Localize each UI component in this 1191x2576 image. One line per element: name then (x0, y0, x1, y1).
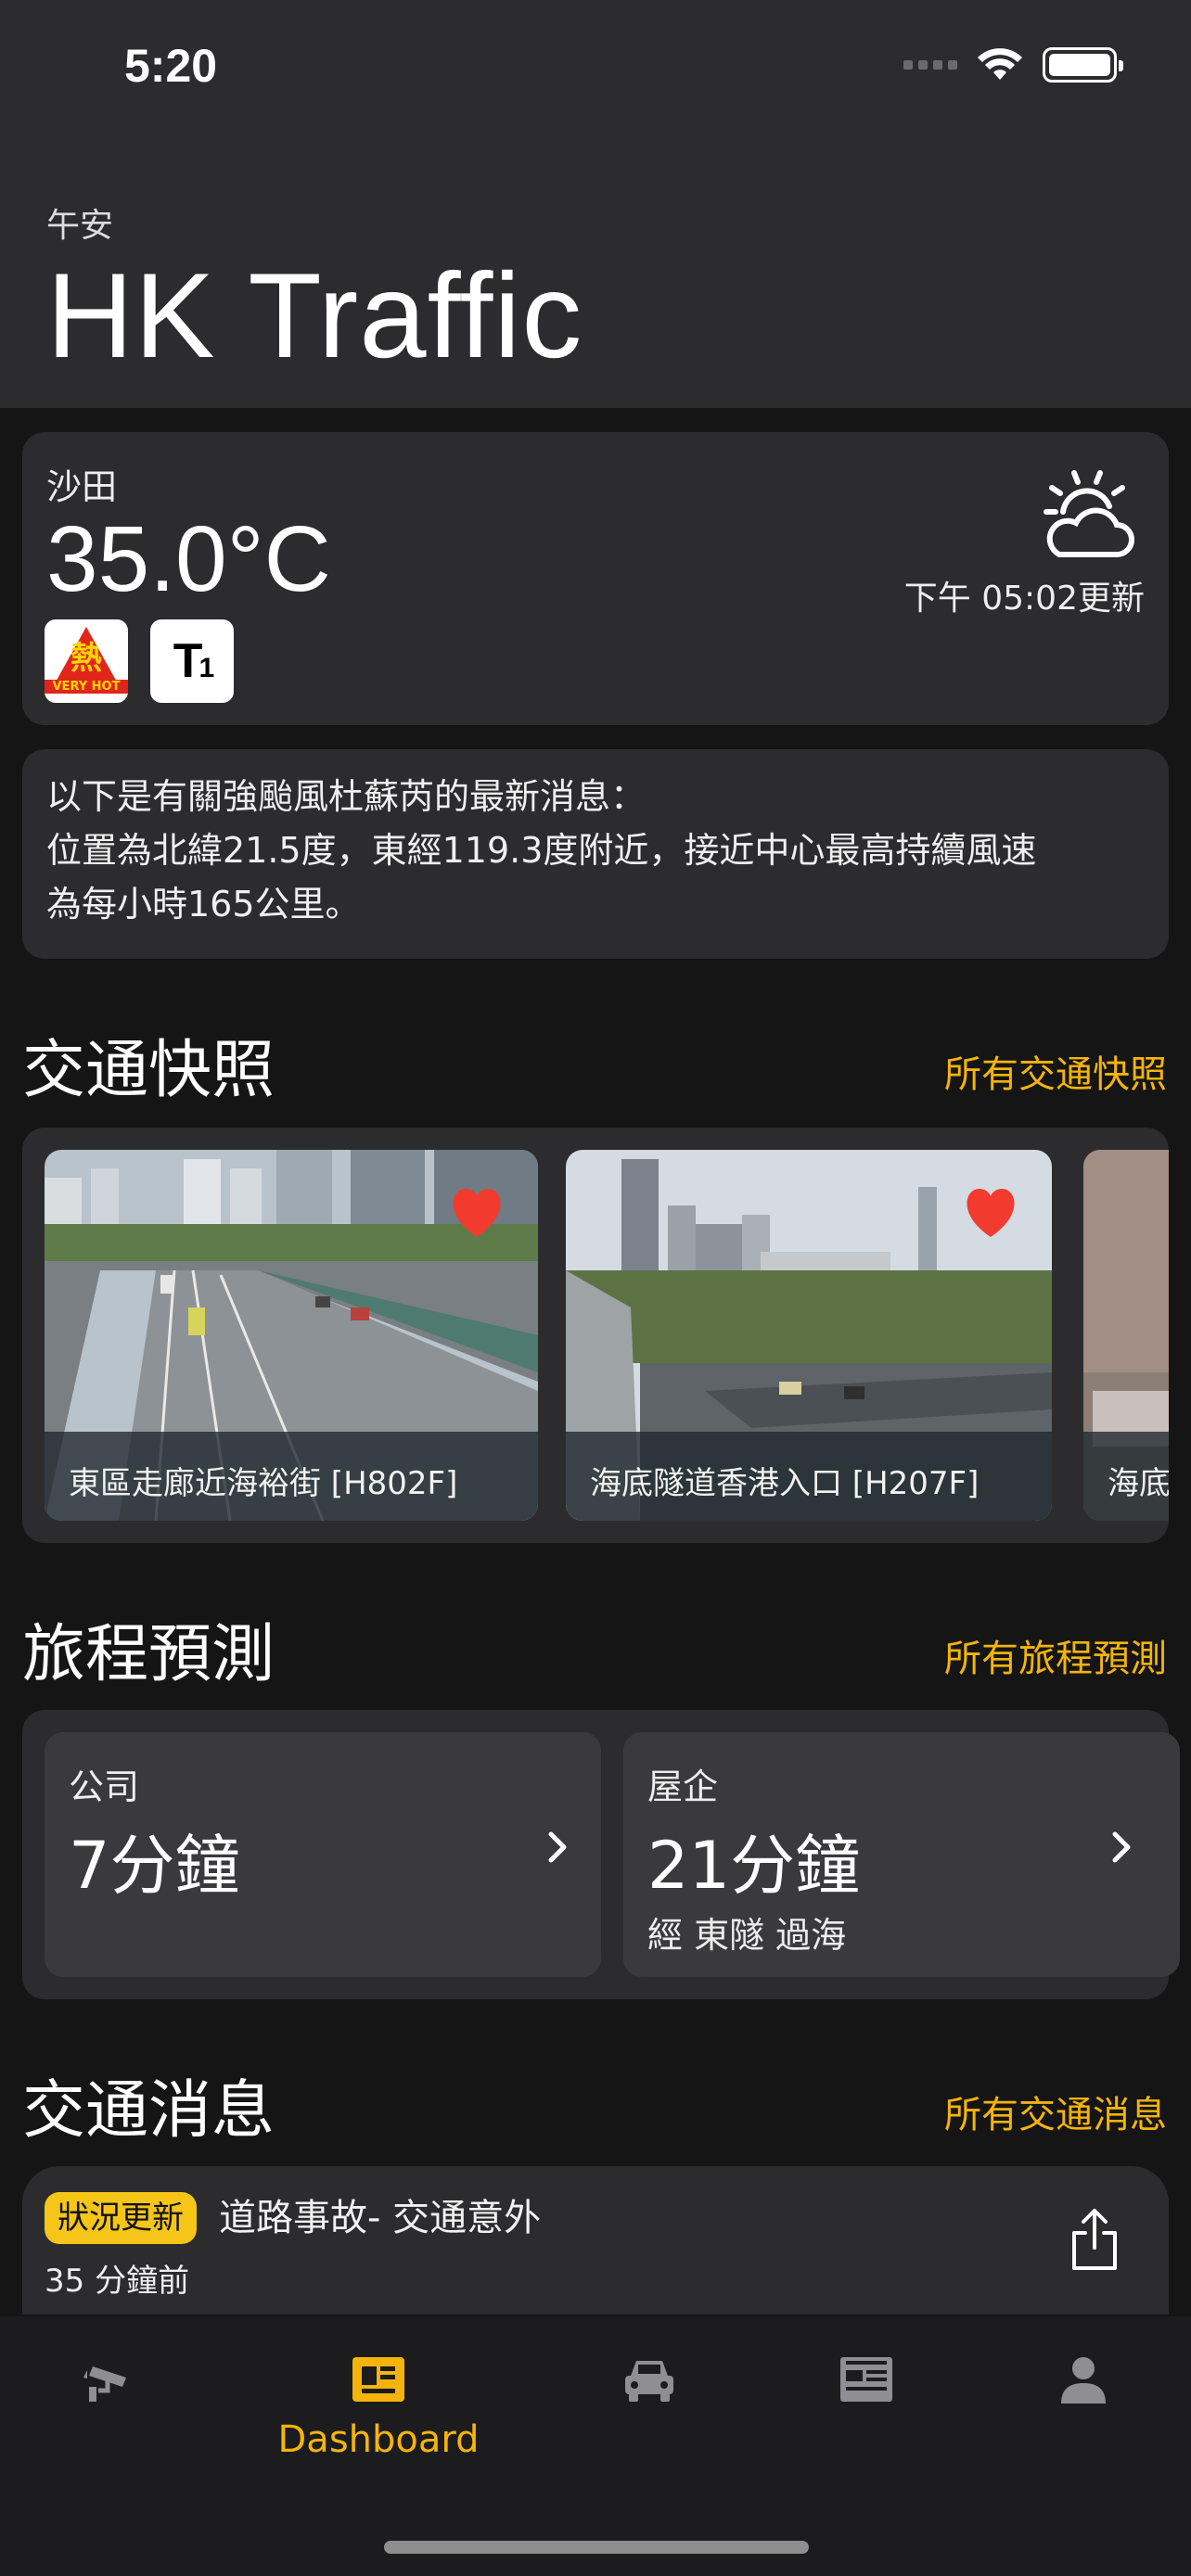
journey-destination: 公司 (69, 1766, 140, 1807)
home-indicator (384, 2541, 809, 2554)
snapshot-card[interactable]: 東區走廊近海裕街 [H802F] (45, 1150, 538, 1521)
news-title: 道路事故- 交通意外 (219, 2197, 542, 2239)
status-badge: 狀況更新 (45, 2192, 197, 2244)
journey-time: 21分鐘 (647, 1828, 861, 1904)
tab-label: Dashboard (277, 2418, 480, 2461)
favorite-heart-icon[interactable] (963, 1187, 1018, 1239)
snapshots-carousel[interactable]: 東區走廊近海裕街 [H802F] 海底隧道香港入口 [H207F] 海底 (22, 1128, 1169, 1543)
profile-icon (1061, 2357, 1106, 2404)
typhoon-notice-card[interactable]: 以下是有關強颱風杜蘇芮的最新消息： 位置為北緯21.5度，東經119.3度附近，… (22, 749, 1169, 959)
tab-bar: Dashboard (0, 2316, 1191, 2576)
weather-warnings: 熱 VERY HOT T1 (45, 619, 234, 703)
notice-line: 為每小時165公里。 (46, 884, 361, 925)
tab-news[interactable] (792, 2350, 941, 2409)
chevron-right-icon (548, 1831, 567, 1863)
all-snapshots-link[interactable]: 所有交通快照 (944, 1044, 1167, 1098)
journey-card-home[interactable]: 屋企 21分鐘 經 東隧 過海 (623, 1732, 1180, 1977)
greeting: 午安 (46, 207, 114, 245)
cloudy-sunny-icon (1044, 470, 1134, 557)
news-item[interactable]: 狀況更新 道路事故- 交通意外 35 分鐘前 (22, 2166, 1169, 2315)
typhoon-signal-1-icon: T1 (150, 619, 234, 703)
cctv-camera-icon (83, 2366, 126, 2402)
all-journeys-link[interactable]: 所有旅程預測 (944, 1628, 1167, 1682)
snapshot-card[interactable]: 海底隧道香港入口 [H207F] (566, 1150, 1052, 1521)
status-icons (903, 46, 1123, 83)
tab-cameras[interactable] (35, 2350, 184, 2409)
snapshots-section-title: 交通快照 (22, 1034, 275, 1107)
weather-card[interactable]: 沙田 35.0°C 熱 VERY HOT T1 下午 05:02更新 (22, 432, 1169, 725)
journey-route: 經 東隧 過海 (647, 1915, 847, 1956)
all-news-link[interactable]: 所有交通消息 (944, 2085, 1167, 2138)
tab-profile[interactable] (1009, 2350, 1158, 2409)
battery-icon (1043, 47, 1123, 83)
weather-temperature: 35.0°C (46, 507, 331, 611)
journey-card-office[interactable]: 公司 7分鐘 (45, 1732, 601, 1977)
snapshot-caption: 海底隧道香港入口 [H207F] (566, 1432, 1052, 1521)
notice-text: 以下是有關強颱風杜蘇芮的最新消息： 位置為北緯21.5度，東經119.3度附近，… (46, 770, 1150, 931)
page-title: HK Traffic (46, 248, 583, 383)
very-hot-warning-icon: 熱 VERY HOT (45, 619, 128, 703)
status-time: 5:20 (124, 40, 218, 92)
app-header: 5:20 午安 HK Traffic (0, 0, 1191, 408)
news-time: 35 分鐘前 (45, 2263, 190, 2300)
news-section-title: 交通消息 (22, 2074, 275, 2148)
cellular-signal-icon (903, 60, 957, 70)
journey-destination: 屋企 (647, 1766, 719, 1807)
notice-line: 以下是有關強颱風杜蘇芮的最新消息： (46, 776, 647, 817)
dashboard-icon (352, 2357, 404, 2402)
share-icon[interactable] (1069, 2207, 1121, 2272)
snapshot-caption: 海底 (1083, 1432, 1169, 1521)
chevron-right-icon (1112, 1831, 1131, 1863)
journey-section-title: 旅程預測 (22, 1618, 275, 1691)
snapshot-card[interactable]: 海底 (1083, 1150, 1169, 1521)
notice-line: 位置為北緯21.5度，東經119.3度附近，接近中心最高持續風速 (46, 830, 1037, 871)
weather-district: 沙田 (46, 466, 118, 507)
journey-panel: 公司 7分鐘 屋企 21分鐘 經 東隧 過海 (22, 1710, 1180, 1999)
snapshot-caption: 東區走廊近海裕街 [H802F] (45, 1432, 538, 1521)
car-icon (625, 2361, 673, 2402)
tab-journey[interactable] (575, 2350, 724, 2409)
news-icon (840, 2357, 892, 2402)
wifi-icon (978, 48, 1022, 80)
weather-updated-time: 下午 05:02更新 (903, 580, 1145, 618)
tab-dashboard[interactable]: Dashboard (278, 2350, 480, 2461)
favorite-heart-icon[interactable] (449, 1187, 505, 1239)
journey-time: 7分鐘 (69, 1828, 240, 1904)
